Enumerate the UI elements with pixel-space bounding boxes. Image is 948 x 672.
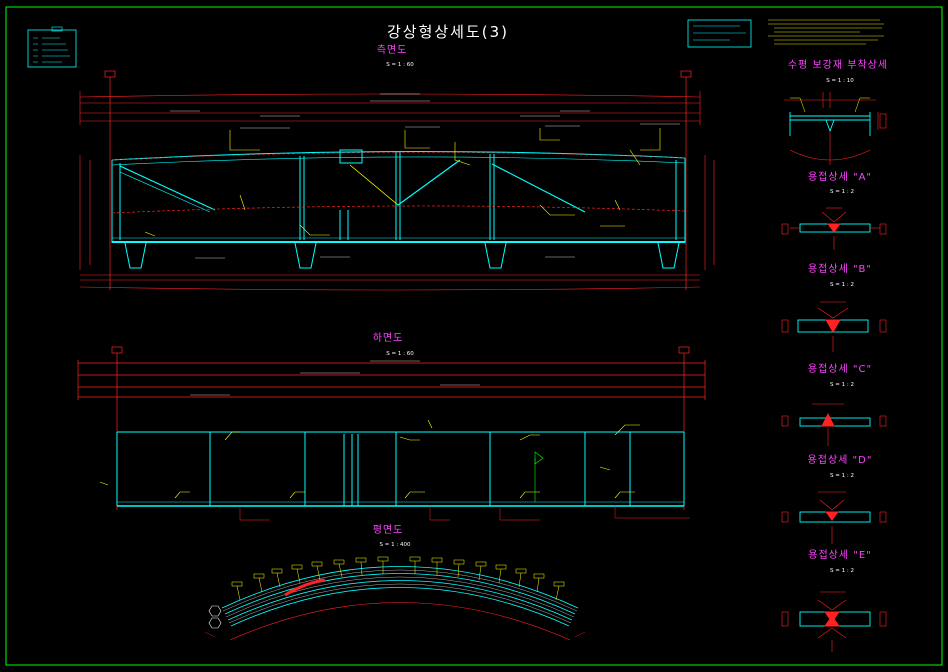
side-view-scale: S = 1 : 60 xyxy=(386,62,414,68)
detail-scale-stiffener: S = 1 : 10 xyxy=(826,78,854,84)
detail-title-e: 용접상세 "E" xyxy=(808,549,872,561)
detail-scale-c: S = 1 : 2 xyxy=(830,382,854,388)
detail-scale-d: S = 1 : 2 xyxy=(830,473,854,479)
detail-scale-a: S = 1 : 2 xyxy=(830,189,854,195)
detail-scale-b: S = 1 : 2 xyxy=(830,282,854,288)
detail-title-a: 용접상세 "A" xyxy=(808,171,872,183)
plan-view-title: 평면도 xyxy=(373,524,404,536)
detail-title-c: 용접상세 "C" xyxy=(808,363,872,375)
plan-view-scale: S = 1 : 400 xyxy=(380,542,411,548)
drawing-sheet: 강상형상세도(3) 측면도 S = 1 : 60 하면도 S = 1: 60 … xyxy=(0,0,948,672)
side-view-title: 측면도 xyxy=(377,44,408,56)
detail-title-b: 용접상세 "B" xyxy=(808,263,872,275)
bottom-view-title: 하면도 xyxy=(373,331,404,344)
bottom-view-scale: S = 1 : 60 xyxy=(386,351,414,357)
detail-title-stiffener: 수평 보강재 부착상세 xyxy=(788,59,888,71)
sheet-title: 강상형상세도(3) xyxy=(387,23,509,41)
detail-scale-e: S = 1 : 2 xyxy=(830,568,854,574)
detail-title-d: 용접상세 "D" xyxy=(808,454,873,466)
